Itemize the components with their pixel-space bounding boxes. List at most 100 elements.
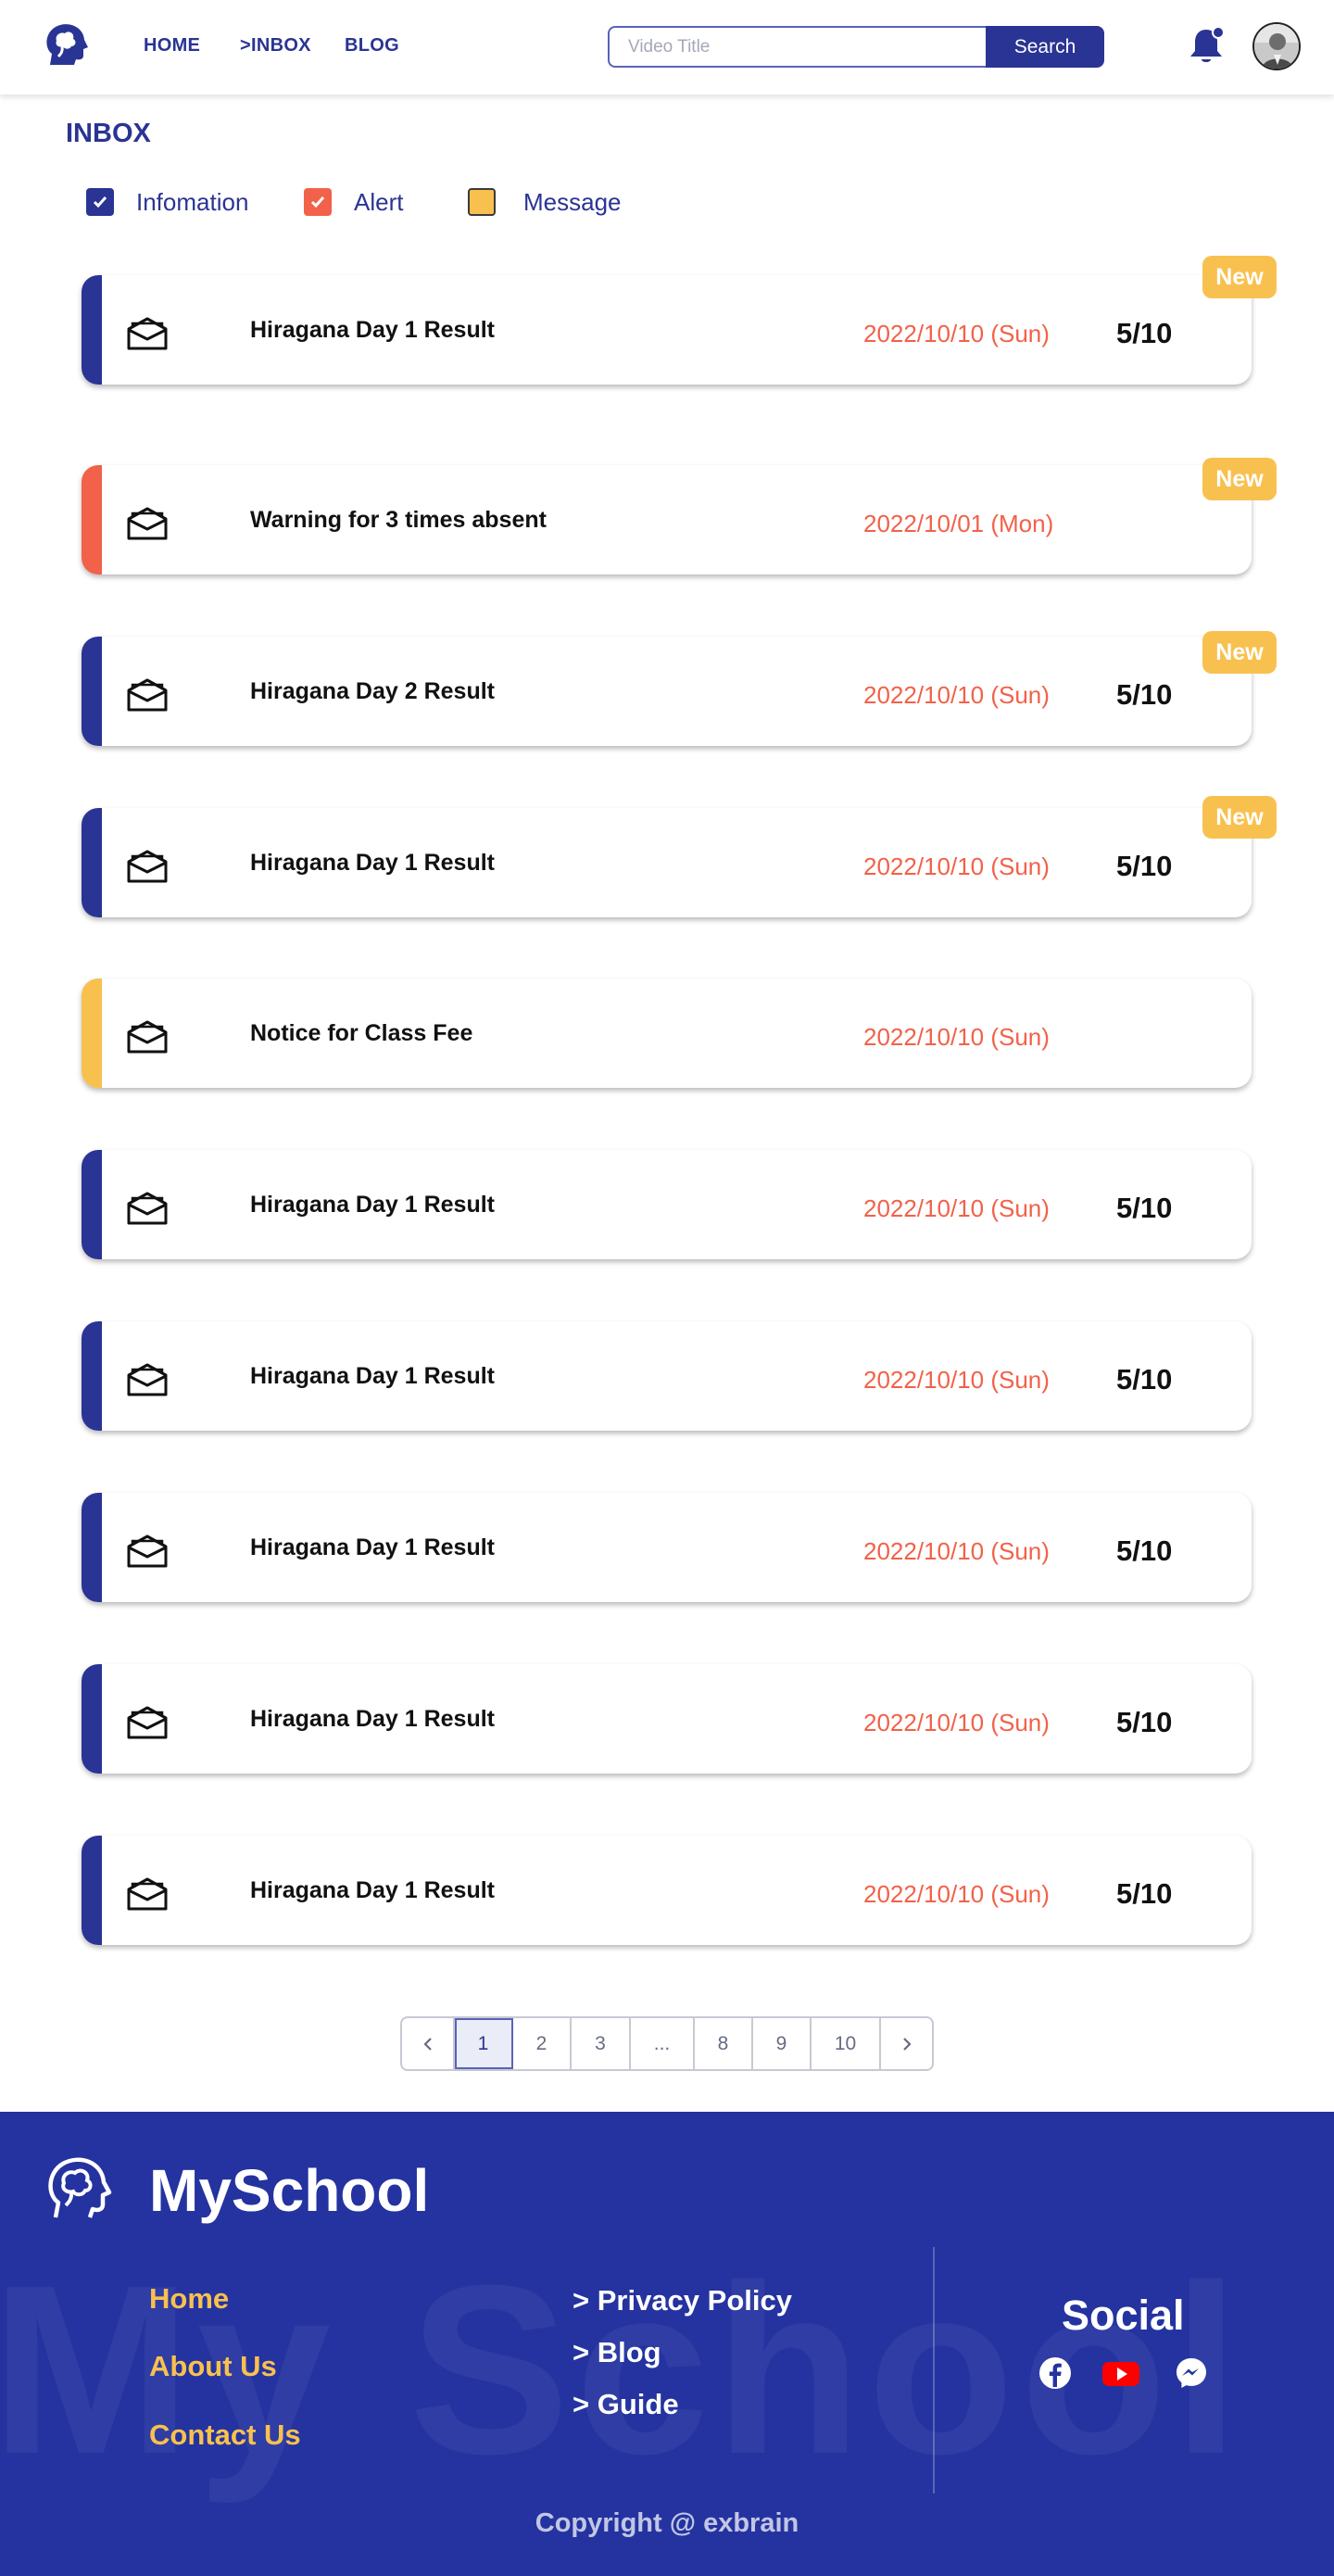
inbox-item-date: 2022/10/10 (Sun) (863, 681, 1050, 709)
footer-link-about[interactable]: About Us (149, 2350, 277, 2383)
pagination-prev-button[interactable] (402, 2018, 455, 2069)
filter-message[interactable]: Message (468, 185, 622, 219)
footer-link-home[interactable]: Home (149, 2282, 229, 2316)
pagination-page-9[interactable]: 9 (753, 2018, 812, 2069)
nav-home-link[interactable]: HOME (144, 35, 200, 57)
user-avatar[interactable] (1252, 22, 1301, 70)
avatar-image (1254, 24, 1299, 69)
filter-alert-label: Alert (354, 187, 404, 216)
envelope-open-icon (127, 850, 168, 883)
messenger-icon[interactable] (1173, 2355, 1210, 2392)
pagination-ellipsis: ... (631, 2018, 695, 2069)
inbox-item-score: 5/10 (1116, 1706, 1173, 1738)
pagination-page-8[interactable]: 8 (695, 2018, 753, 2069)
pagination-page-1[interactable]: 1 (455, 2018, 513, 2069)
inbox-item-score: 5/10 (1116, 850, 1173, 882)
new-badge: New (1202, 458, 1277, 500)
envelope-open-icon (127, 1877, 168, 1911)
category-bar (82, 637, 102, 746)
footer: My School MySchool Home About Us Contact… (0, 2112, 1334, 2576)
nav-inbox-link[interactable]: >INBOX (240, 35, 311, 57)
inbox-item-title: Hiragana Day 2 Result (250, 678, 495, 704)
envelope-open-icon (127, 1363, 168, 1396)
pagination-page-10[interactable]: 10 (812, 2018, 881, 2069)
envelope-open-icon (127, 1706, 168, 1739)
inbox-item-title: Hiragana Day 1 Result (250, 1192, 495, 1218)
youtube-icon[interactable] (1101, 2355, 1141, 2392)
facebook-icon[interactable] (1037, 2355, 1074, 2392)
filter-alert-checkbox[interactable] (304, 188, 332, 216)
envelope-open-icon (127, 678, 168, 712)
inbox-item-score: 5/10 (1116, 1877, 1173, 1910)
category-bar (82, 275, 102, 385)
inbox-item-card[interactable]: Warning for 3 times absent 2022/10/01 (Mo… (82, 465, 1252, 575)
search-bar: Search (608, 26, 1104, 68)
checkmark-icon (310, 196, 325, 208)
footer-link-contact[interactable]: Contact Us (149, 2418, 301, 2452)
inbox-item-card[interactable]: Hiragana Day 1 Result 2022/10/10 (Sun) 5/1… (82, 1664, 1252, 1774)
pagination: 1 2 3 ... 8 9 10 (400, 2016, 934, 2071)
category-bar (82, 979, 102, 1088)
category-bar (82, 1836, 102, 1945)
chevron-left-icon (422, 2037, 432, 2051)
inbox-item-title: Hiragana Day 1 Result (250, 1363, 495, 1389)
social-title: Social (1062, 2292, 1185, 2339)
envelope-open-icon (127, 1534, 168, 1568)
category-bar (82, 1664, 102, 1774)
top-navbar: HOME >INBOX BLOG Search (0, 0, 1334, 95)
inbox-item-card[interactable]: Notice for Class Fee 2022/10/10 (Sun) (82, 979, 1252, 1088)
inbox-item-card[interactable]: Hiragana Day 1 Result 2022/10/10 (Sun) 5/1… (82, 1836, 1252, 1945)
pagination-page-2[interactable]: 2 (513, 2018, 572, 2069)
inbox-item-date: 2022/10/10 (Sun) (863, 1023, 1050, 1051)
filter-message-label: Message (523, 187, 622, 216)
inbox-item-score: 5/10 (1116, 1363, 1173, 1395)
inbox-item-date: 2022/10/10 (Sun) (863, 1880, 1050, 1908)
envelope-open-icon (127, 1020, 168, 1054)
inbox-item-date: 2022/10/10 (Sun) (863, 852, 1050, 880)
footer-brand: MySchool (149, 2157, 430, 2224)
inbox-item-title: Notice for Class Fee (250, 1020, 473, 1046)
inbox-item-title: Hiragana Day 1 Result (250, 317, 495, 343)
inbox-item-title: Hiragana Day 1 Result (250, 1706, 495, 1732)
pagination-next-button[interactable] (881, 2018, 932, 2069)
inbox-item-card[interactable]: Hiragana Day 2 Result 2022/10/10 (Sun) 5/1… (82, 637, 1252, 746)
filter-message-checkbox[interactable] (468, 188, 496, 216)
footer-logo-icon[interactable] (43, 2154, 113, 2225)
inbox-item-date: 2022/10/10 (Sun) (863, 320, 1050, 347)
inbox-item-title: Hiragana Day 1 Result (250, 1877, 495, 1903)
inbox-item-card[interactable]: Hiragana Day 1 Result 2022/10/10 (Sun) 5/1… (82, 808, 1252, 917)
filter-information-label: Infomation (136, 187, 249, 216)
footer-link-blog[interactable]: > Blog (573, 2336, 661, 2369)
inbox-item-score: 5/10 (1116, 1192, 1173, 1224)
category-bar (82, 465, 102, 575)
inbox-item-score: 5/10 (1116, 317, 1173, 349)
category-bar (82, 1493, 102, 1602)
chevron-right-icon (902, 2037, 912, 2051)
nav-blog-link[interactable]: BLOG (345, 35, 399, 57)
logo-icon[interactable] (41, 20, 91, 70)
copyright: Copyright @ exbrain (535, 2508, 799, 2538)
footer-link-guide[interactable]: > Guide (573, 2388, 679, 2421)
notification-bell-icon[interactable] (1186, 24, 1227, 67)
filter-information-checkbox[interactable] (86, 188, 114, 216)
search-input[interactable] (608, 26, 988, 68)
inbox-item-title: Hiragana Day 1 Result (250, 850, 495, 876)
inbox-item-card[interactable]: Hiragana Day 1 Result 2022/10/10 (Sun) 5/1… (82, 275, 1252, 385)
inbox-item-date: 2022/10/10 (Sun) (863, 1194, 1050, 1222)
footer-link-privacy[interactable]: > Privacy Policy (573, 2284, 792, 2317)
inbox-item-card[interactable]: Hiragana Day 1 Result 2022/10/10 (Sun) 5/1… (82, 1493, 1252, 1602)
pagination-page-3[interactable]: 3 (572, 2018, 631, 2069)
filter-alert[interactable]: Alert (304, 185, 403, 219)
new-badge: New (1202, 256, 1277, 298)
search-button[interactable]: Search (986, 26, 1104, 68)
inbox-item-title: Warning for 3 times absent (250, 507, 547, 533)
inbox-item-date: 2022/10/10 (Sun) (863, 1709, 1050, 1736)
category-bar (82, 1321, 102, 1431)
envelope-open-icon (127, 1192, 168, 1225)
filter-information[interactable]: Infomation (86, 185, 248, 219)
footer-divider (933, 2247, 935, 2494)
inbox-item-card[interactable]: Hiragana Day 1 Result 2022/10/10 (Sun) 5/1… (82, 1150, 1252, 1259)
inbox-item-date: 2022/10/10 (Sun) (863, 1366, 1050, 1394)
envelope-open-icon (127, 507, 168, 540)
inbox-item-card[interactable]: Hiragana Day 1 Result 2022/10/10 (Sun) 5/1… (82, 1321, 1252, 1431)
